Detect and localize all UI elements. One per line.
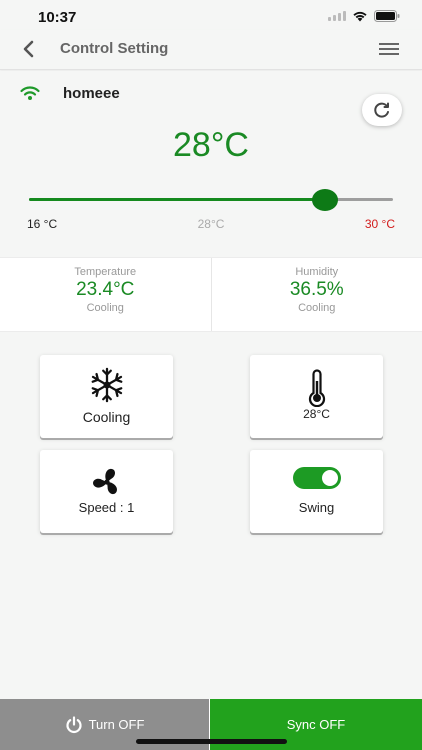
temperature-slider[interactable] [29,189,393,211]
battery-icon [374,10,400,22]
home-indicator [136,739,287,744]
reading-status: Cooling [86,302,124,314]
reading-value: 36.5% [289,279,344,300]
thermometer-icon [308,369,325,407]
toggle-knob [322,470,338,486]
fan-speed-card[interactable]: Speed : 1 [40,450,173,533]
swing-label: Swing [298,500,335,515]
refresh-icon [374,102,389,118]
set-temperature: 28°C [173,126,249,164]
temperature-reading: Temperature 23.4°C Cooling [0,258,211,331]
page-title: Control Setting [60,40,169,57]
slider-fill [29,198,326,201]
snowflake-icon [91,367,122,403]
nav-bar: Control Setting [0,30,422,70]
slider-max-label: 30 °C [364,217,395,231]
mode-label: Cooling [82,409,131,425]
fan-speed-label: Speed : 1 [78,500,135,515]
status-time: 10:37 [38,9,77,26]
turn-off-label: Turn OFF [88,717,145,732]
reading-label: Humidity [295,266,339,278]
reading-status: Cooling [298,302,336,314]
refresh-button[interactable] [362,94,402,126]
set-temperature-card[interactable]: 28°C [250,355,383,438]
swing-toggle[interactable] [293,467,341,489]
status-icons [328,10,400,22]
wifi-icon [20,86,40,100]
readings-panel: Temperature 23.4°C Cooling Humidity 36.5… [0,257,422,332]
swing-card[interactable]: Swing [250,450,383,533]
set-temperature-label: 28°C [303,407,330,421]
humidity-reading: Humidity 36.5% Cooling [210,258,422,331]
fan-icon [92,468,117,495]
device-section: homeee 28°C 16 °C 28°C 30 °C [0,71,422,256]
back-button[interactable] [16,36,40,62]
wifi-status-icon [353,11,367,22]
status-bar: 10:37 [0,0,422,30]
slider-thumb[interactable] [312,189,339,211]
reading-value: 23.4°C [76,279,135,300]
power-icon [65,715,82,733]
slider-current-label: 28°C [197,217,225,231]
reading-label: Temperature [74,266,137,278]
chevron-left-icon [23,40,34,58]
mode-card[interactable]: Cooling [40,355,173,438]
device-name: homeee [63,85,120,102]
sync-label: Sync OFF [286,717,346,732]
cellular-signal-icon [328,11,346,21]
menu-icon[interactable] [378,40,400,58]
